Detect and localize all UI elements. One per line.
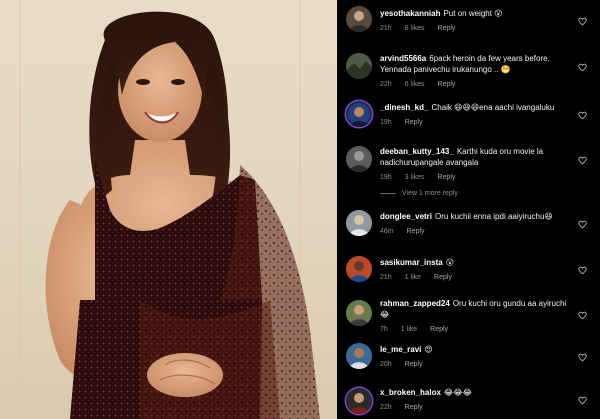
comment-username[interactable]: x_broken_halox (380, 388, 441, 397)
comment-text: 😍 (424, 345, 433, 354)
comment-username[interactable]: donglee_vetri (380, 212, 432, 221)
comment-time: 21h (380, 274, 392, 281)
comment-time: 46m (380, 228, 394, 235)
comments-panel: yesothakanniah Put on weight 😮 21h 8 likes… (337, 0, 600, 419)
woman-in-sequined-saree-photo (19, 0, 320, 419)
comment-text: 😮 (445, 258, 455, 267)
comment-username[interactable]: _dinesh_kd_ (380, 103, 428, 112)
heart-outline-icon[interactable] (577, 219, 587, 229)
user-avatar[interactable] (346, 101, 372, 127)
comment-username[interactable]: le_me_ravi (380, 345, 421, 354)
reply-button[interactable]: Reply (405, 361, 423, 368)
comment-username[interactable]: rahman_zapped24 (380, 299, 450, 308)
comment-likes[interactable]: 6 likes (405, 81, 425, 88)
heart-outline-icon[interactable] (577, 395, 587, 405)
heart-outline-icon[interactable] (577, 110, 587, 120)
view-more-replies-button[interactable]: View 1 more reply (380, 190, 458, 197)
comment-username[interactable]: arvind5566a (380, 54, 426, 63)
comment-likes[interactable]: 1 like (405, 274, 421, 281)
user-avatar[interactable] (346, 53, 372, 79)
reply-button[interactable]: Reply (438, 174, 456, 181)
user-avatar[interactable] (346, 6, 372, 32)
comment-likes[interactable]: 3 likes (405, 174, 425, 181)
reply-button[interactable]: Reply (430, 326, 448, 333)
heart-outline-icon[interactable] (577, 310, 587, 320)
user-avatar[interactable] (346, 210, 372, 236)
user-avatar[interactable] (346, 300, 372, 326)
comment-likes[interactable]: 1 like (401, 326, 417, 333)
comment-time: 19h (380, 174, 392, 181)
reply-button[interactable]: Reply (405, 119, 423, 126)
comment-username[interactable]: sasikumar_insta (380, 258, 443, 267)
comment-text: 😂😂😂 (443, 388, 472, 397)
divider (380, 193, 396, 194)
reply-button[interactable]: Reply (438, 81, 456, 88)
post-photo (0, 0, 337, 419)
heart-outline-icon[interactable] (577, 62, 587, 72)
user-avatar[interactable] (346, 146, 372, 172)
heart-outline-icon[interactable] (577, 16, 587, 26)
comment-text: Put on weight 😮 (443, 9, 503, 18)
reply-button[interactable]: Reply (438, 25, 456, 32)
heart-outline-icon[interactable] (577, 265, 587, 275)
heart-outline-icon[interactable] (577, 155, 587, 165)
comment-text: Chaik 😆😆😆ena aachi ivangaluku (431, 103, 555, 112)
comment-likes[interactable]: 8 likes (405, 25, 425, 32)
comment-time: 19h (380, 119, 392, 126)
comment-time: 22h (380, 81, 392, 88)
comment-time: 21h (380, 25, 392, 32)
comment-time: 22h (380, 404, 392, 411)
user-avatar[interactable] (346, 343, 372, 369)
comment-username[interactable]: yesothakanniah (380, 9, 440, 18)
reply-button[interactable]: Reply (405, 404, 423, 411)
comment-username[interactable]: deeban_kutty_143_ (380, 147, 454, 156)
user-avatar[interactable] (346, 256, 372, 282)
comment-text: Oru kuchii enna ipdi aaiyiruchu😆 (435, 212, 553, 221)
comment-time: 7h (380, 326, 388, 333)
user-avatar[interactable] (346, 388, 372, 414)
reply-button[interactable]: Reply (407, 228, 425, 235)
comment-time: 20h (380, 361, 392, 368)
view-more-label: View 1 more reply (402, 190, 458, 197)
reply-button[interactable]: Reply (434, 274, 452, 281)
heart-outline-icon[interactable] (577, 352, 587, 362)
